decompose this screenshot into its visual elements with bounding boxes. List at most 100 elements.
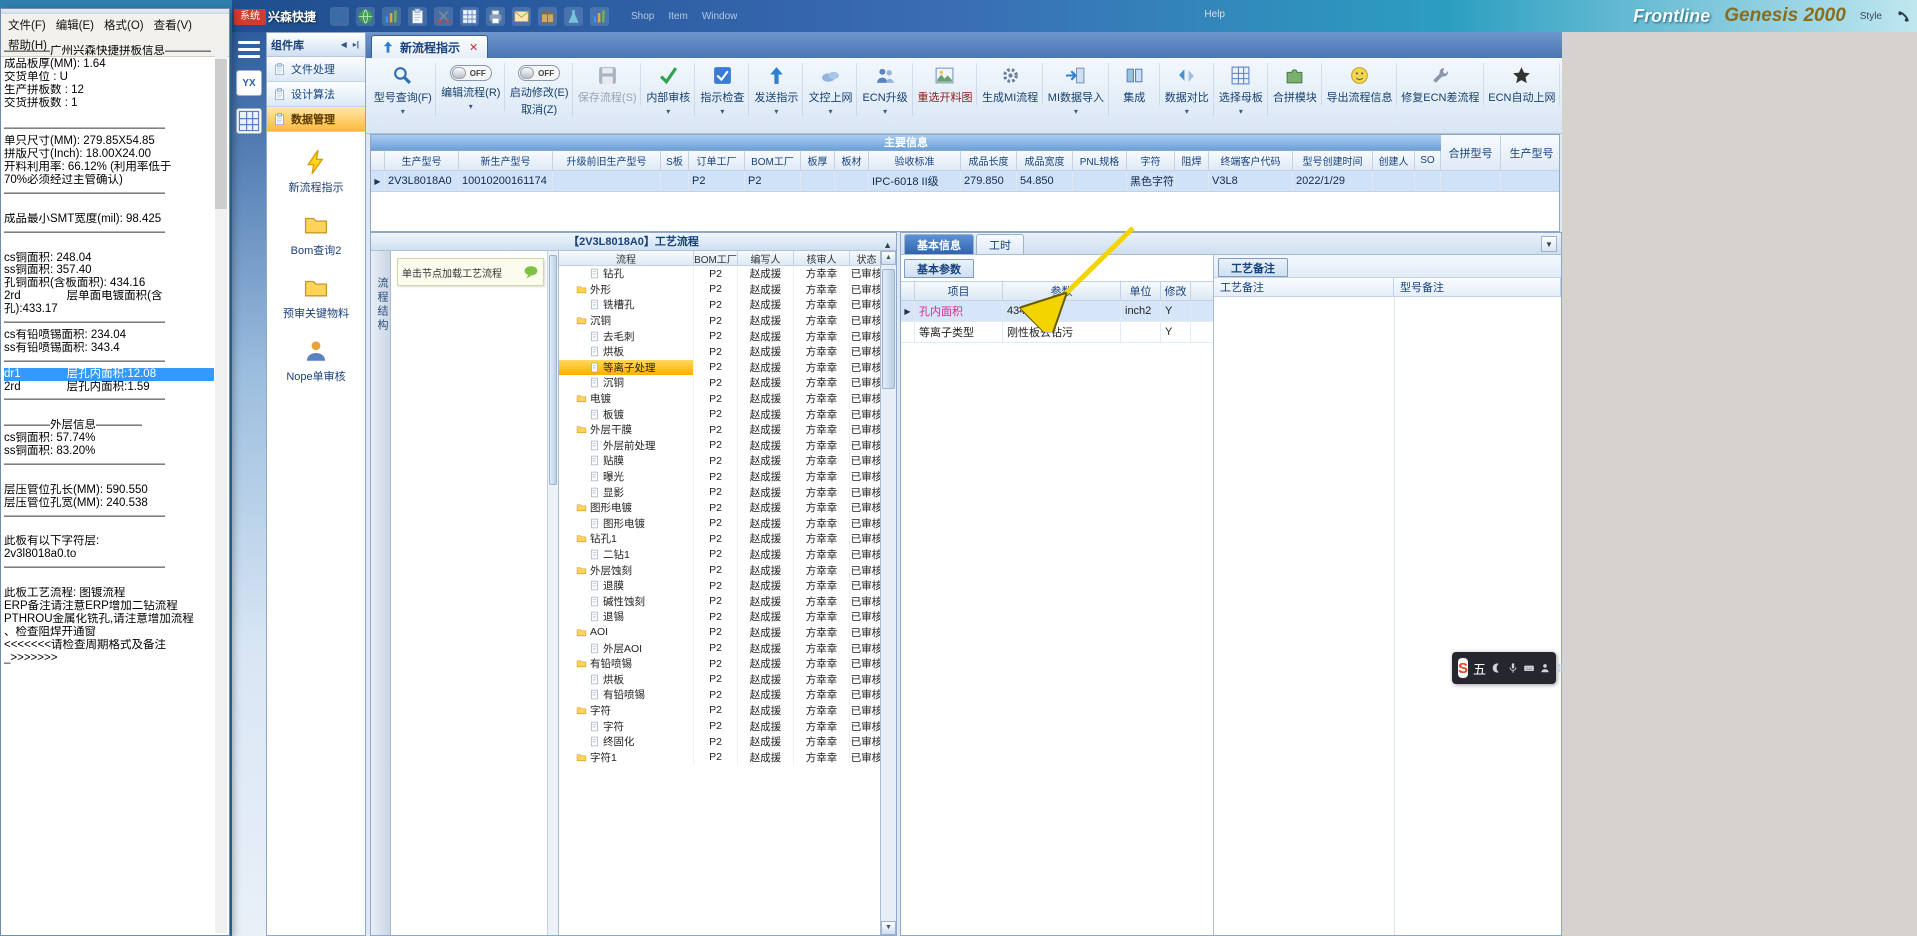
flow-node-row[interactable]: 字符 P2 赵成援 方幸幸 已审核: [559, 718, 880, 734]
flow-node-row[interactable]: 烘板 P2 赵成援 方幸幸 已审核: [559, 671, 880, 688]
flow-node[interactable]: 曝光: [559, 468, 694, 485]
notepad-menu-item[interactable]: 编辑(E): [51, 15, 99, 35]
param-row[interactable]: ▶ 孔内面积 434.16 inch2 Y: [901, 301, 1213, 322]
flow-scrollbar-thumb[interactable]: [882, 269, 895, 389]
notepad-menu-item[interactable]: 格式(O): [99, 15, 149, 35]
component-item-Nope单审核[interactable]: Nope单审核: [267, 338, 365, 384]
flow-node[interactable]: 钻孔: [559, 266, 694, 282]
flow-node-row[interactable]: AOI P2 赵成援 方幸幸 已审核: [559, 624, 880, 641]
main-info-column-header[interactable]: 生产型号: [385, 151, 459, 171]
main-info-column-header[interactable]: 生产型号: [1501, 135, 1559, 171]
params-column-header[interactable]: 修改: [1161, 282, 1191, 300]
params-column-header[interactable]: 项目: [915, 282, 1003, 300]
tab-new-flow-instruction[interactable]: 新流程指示 ✕: [371, 35, 489, 58]
params-column-header[interactable]: 参数: [1003, 282, 1121, 300]
ribbon-button-ecn-auto-upload[interactable]: ECN自动上网: [1485, 63, 1560, 105]
flow-node[interactable]: 字符1: [559, 749, 694, 765]
flow-node-row[interactable]: 外层蚀刻 P2 赵成援 方幸幸 已审核: [559, 562, 880, 578]
ribbon-button-internal-audit[interactable]: 内部审核 ▾: [642, 63, 696, 116]
ime-mode-label[interactable]: 五: [1473, 659, 1486, 678]
flow-node-row[interactable]: 贴膜 P2 赵成援 方幸幸 已审核: [559, 453, 880, 469]
toggle-off-switch[interactable]: OFF: [449, 65, 492, 81]
main-info-column-header[interactable]: 阻焊: [1175, 151, 1209, 171]
flow-node-row[interactable]: 沉铜 P2 赵成援 方幸幸 已审核: [559, 375, 880, 391]
tab-basic-info[interactable]: 基本信息: [904, 234, 974, 254]
main-info-column-header[interactable]: SO: [1415, 151, 1441, 171]
flow-node-row[interactable]: 字符1 P2 赵成援 方幸幸 已审核: [559, 749, 880, 765]
main-info-column-header[interactable]: 升级前旧生产型号: [553, 151, 661, 171]
flow-node[interactable]: 显影: [559, 484, 694, 500]
flow-node[interactable]: AOI: [559, 624, 694, 641]
flow-node-row[interactable]: 碱性蚀刻 P2 赵成援 方幸幸 已审核: [559, 593, 880, 610]
flow-node[interactable]: 外形: [559, 281, 694, 298]
ribbon-button-start-modify[interactable]: OFF 启动修改(E) 取消(Z): [506, 63, 574, 117]
keyboard-icon[interactable]: [1523, 662, 1535, 674]
component-group-数据管理[interactable]: 数据管理: [267, 107, 365, 132]
flow-node-row[interactable]: 有铅喷锡 P2 赵成援 方幸幸 已审核: [559, 655, 880, 672]
stats-icon[interactable]: [382, 6, 402, 26]
main-info-selected-row[interactable]: ▶ 2V3L8018A0 10010200161174 P2 P2 IPC-6018 II…: [371, 171, 1559, 192]
flow-node[interactable]: 贴膜: [559, 453, 694, 469]
flow-node[interactable]: 烘板: [559, 671, 694, 688]
ribbon-button-combine-module[interactable]: 合拼模块: [1269, 63, 1322, 105]
flow-node-row[interactable]: 板镀 P2 赵成援 方幸幸 已审核: [559, 406, 880, 422]
flow-node-row[interactable]: 钻孔 P2 赵成援 方幸幸 已审核: [559, 266, 880, 282]
flow-node[interactable]: 图形电镀: [559, 499, 694, 516]
system-button[interactable]: 系统: [234, 9, 266, 25]
ribbon-button-integrate[interactable]: 集成: [1110, 63, 1160, 105]
flow-node-row[interactable]: 铣槽孔 P2 赵成援 方幸幸 已审核: [559, 297, 880, 313]
grid-icon[interactable]: [460, 6, 480, 26]
main-info-column-header[interactable]: 板厚: [801, 151, 835, 171]
flow-node[interactable]: 外层干膜: [559, 421, 694, 438]
mail-icon[interactable]: [512, 6, 532, 26]
notes-body[interactable]: [1214, 297, 1561, 935]
flow-node[interactable]: 铣槽孔: [559, 297, 694, 313]
flow-node[interactable]: 图形电镀: [559, 515, 694, 532]
flow-node-row[interactable]: 图形电镀 P2 赵成援 方幸幸 已审核: [559, 499, 880, 516]
scroll-down-icon[interactable]: ▼: [881, 921, 896, 935]
main-info-column-header[interactable]: 字符: [1127, 151, 1175, 171]
main-info-column-header[interactable]: 创建人: [1373, 151, 1415, 171]
main-info-column-header[interactable]: 终端客户代码: [1209, 151, 1293, 171]
phone-icon[interactable]: [1896, 9, 1911, 24]
tab-work-hours[interactable]: 工时: [976, 234, 1024, 254]
flow-tree-column-header[interactable]: BOM工厂: [694, 251, 738, 265]
main-info-column-header[interactable]: 板材: [835, 151, 869, 171]
flow-tree-column-header[interactable]: 流程: [559, 251, 694, 265]
flow-node-row[interactable]: 退膜 P2 赵成援 方幸幸 已审核: [559, 577, 880, 594]
moon-icon[interactable]: [1491, 662, 1503, 674]
flow-node-row[interactable]: 字符 P2 赵成援 方幸幸 已审核: [559, 702, 880, 719]
globe-icon[interactable]: [356, 6, 376, 26]
flow-node[interactable]: 外层AOI: [559, 640, 694, 656]
notepad-scrollbar[interactable]: [215, 45, 227, 933]
flow-node-row[interactable]: 显影 P2 赵成援 方幸幸 已审核: [559, 484, 880, 500]
flow-node[interactable]: 有铅喷锡: [559, 687, 694, 703]
flow-node-row[interactable]: 有铅喷锡 P2 赵成援 方幸幸 已审核: [559, 687, 880, 703]
flow-node[interactable]: 二钻1: [559, 546, 694, 563]
flow-node-row[interactable]: 电镀 P2 赵成援 方幸幸 已审核: [559, 390, 880, 407]
search-icon[interactable]: [330, 6, 350, 26]
titlebar-menu-item[interactable]: Item: [668, 11, 687, 22]
flow-node[interactable]: 钻孔1: [559, 531, 694, 547]
ribbon-button-save-flow[interactable]: 保存流程(S): [574, 63, 642, 105]
main-info-column-header[interactable]: 验收标准: [869, 151, 961, 171]
titlebar-menu-item[interactable]: Shop: [631, 11, 654, 22]
flow-structure-tab[interactable]: 流程结构: [371, 277, 390, 333]
toggle-off-switch[interactable]: OFF: [518, 65, 561, 81]
component-item-新流程指示[interactable]: 新流程指示: [267, 149, 365, 195]
main-info-column-header[interactable]: 新生产型号: [459, 151, 553, 171]
flow-node-row[interactable]: 外层前处理 P2 赵成援 方幸幸 已审核: [559, 437, 880, 454]
note-scrollbar-thumb[interactable]: [549, 255, 557, 485]
board-tool-icon[interactable]: [236, 108, 262, 134]
flow-node-row[interactable]: 退锡 P2 赵成援 方幸幸 已审核: [559, 609, 880, 625]
ribbon-button-instruction-check[interactable]: 指示检查 ▾: [696, 63, 750, 116]
flow-node[interactable]: 板镀: [559, 406, 694, 422]
ribbon-button-model-query[interactable]: 型号查询(F) ▾: [370, 63, 437, 116]
notepad-text[interactable]: ————广州兴森快捷拼板信息———— 成品板厚(MM): 1.64 交货单位 : U…: [4, 45, 214, 933]
chart-icon[interactable]: [590, 6, 610, 26]
main-info-column-header[interactable]: 合拼型号: [1441, 135, 1501, 171]
ribbon-button-ecn-upgrade[interactable]: ECN升级 ▾: [858, 63, 913, 116]
scissors-icon[interactable]: [434, 6, 454, 26]
ribbon-button-edit-flow[interactable]: OFF 编辑流程(R) ▾: [437, 63, 506, 111]
flow-node-row[interactable]: 沉铜 P2 赵成援 方幸幸 已审核: [559, 312, 880, 329]
